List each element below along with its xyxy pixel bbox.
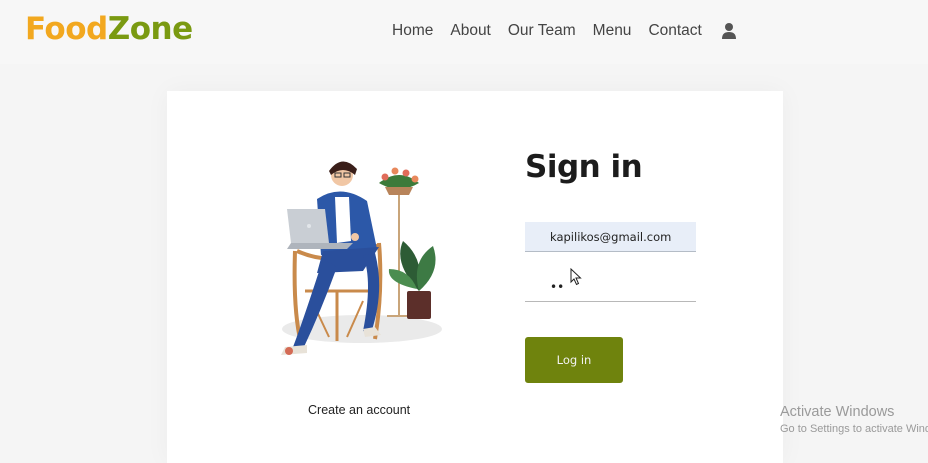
nav-home[interactable]: Home — [392, 22, 433, 40]
brand-logo[interactable]: FoodZone — [25, 11, 193, 47]
signin-title: Sign in — [525, 149, 643, 185]
navbar: FoodZone Home About Our Team Menu Contac… — [0, 0, 928, 64]
nav-about[interactable]: About — [450, 22, 491, 40]
email-field[interactable] — [525, 222, 696, 252]
nav-contact[interactable]: Contact — [648, 22, 701, 40]
brand-logo-zone: Zone — [107, 11, 193, 47]
activate-windows-subtitle: Go to Settings to activate Windows. — [780, 423, 928, 435]
activate-windows-title: Activate Windows — [780, 404, 895, 420]
create-account-link[interactable]: Create an account — [308, 403, 410, 417]
person-with-laptop-illustration — [267, 151, 447, 361]
activate-windows-watermark: Activate Windows Go to Settings to activ… — [780, 404, 928, 435]
login-card: Create an account Sign in Log in — [167, 91, 783, 463]
user-icon[interactable] — [721, 22, 737, 40]
nav-our-team[interactable]: Our Team — [508, 22, 576, 40]
nav-menu[interactable]: Menu — [593, 22, 632, 40]
password-field[interactable] — [525, 272, 696, 302]
login-button[interactable]: Log in — [525, 337, 623, 383]
nav-links: Home About Our Team Menu Contact — [392, 22, 737, 40]
brand-logo-food: Food — [25, 11, 108, 47]
